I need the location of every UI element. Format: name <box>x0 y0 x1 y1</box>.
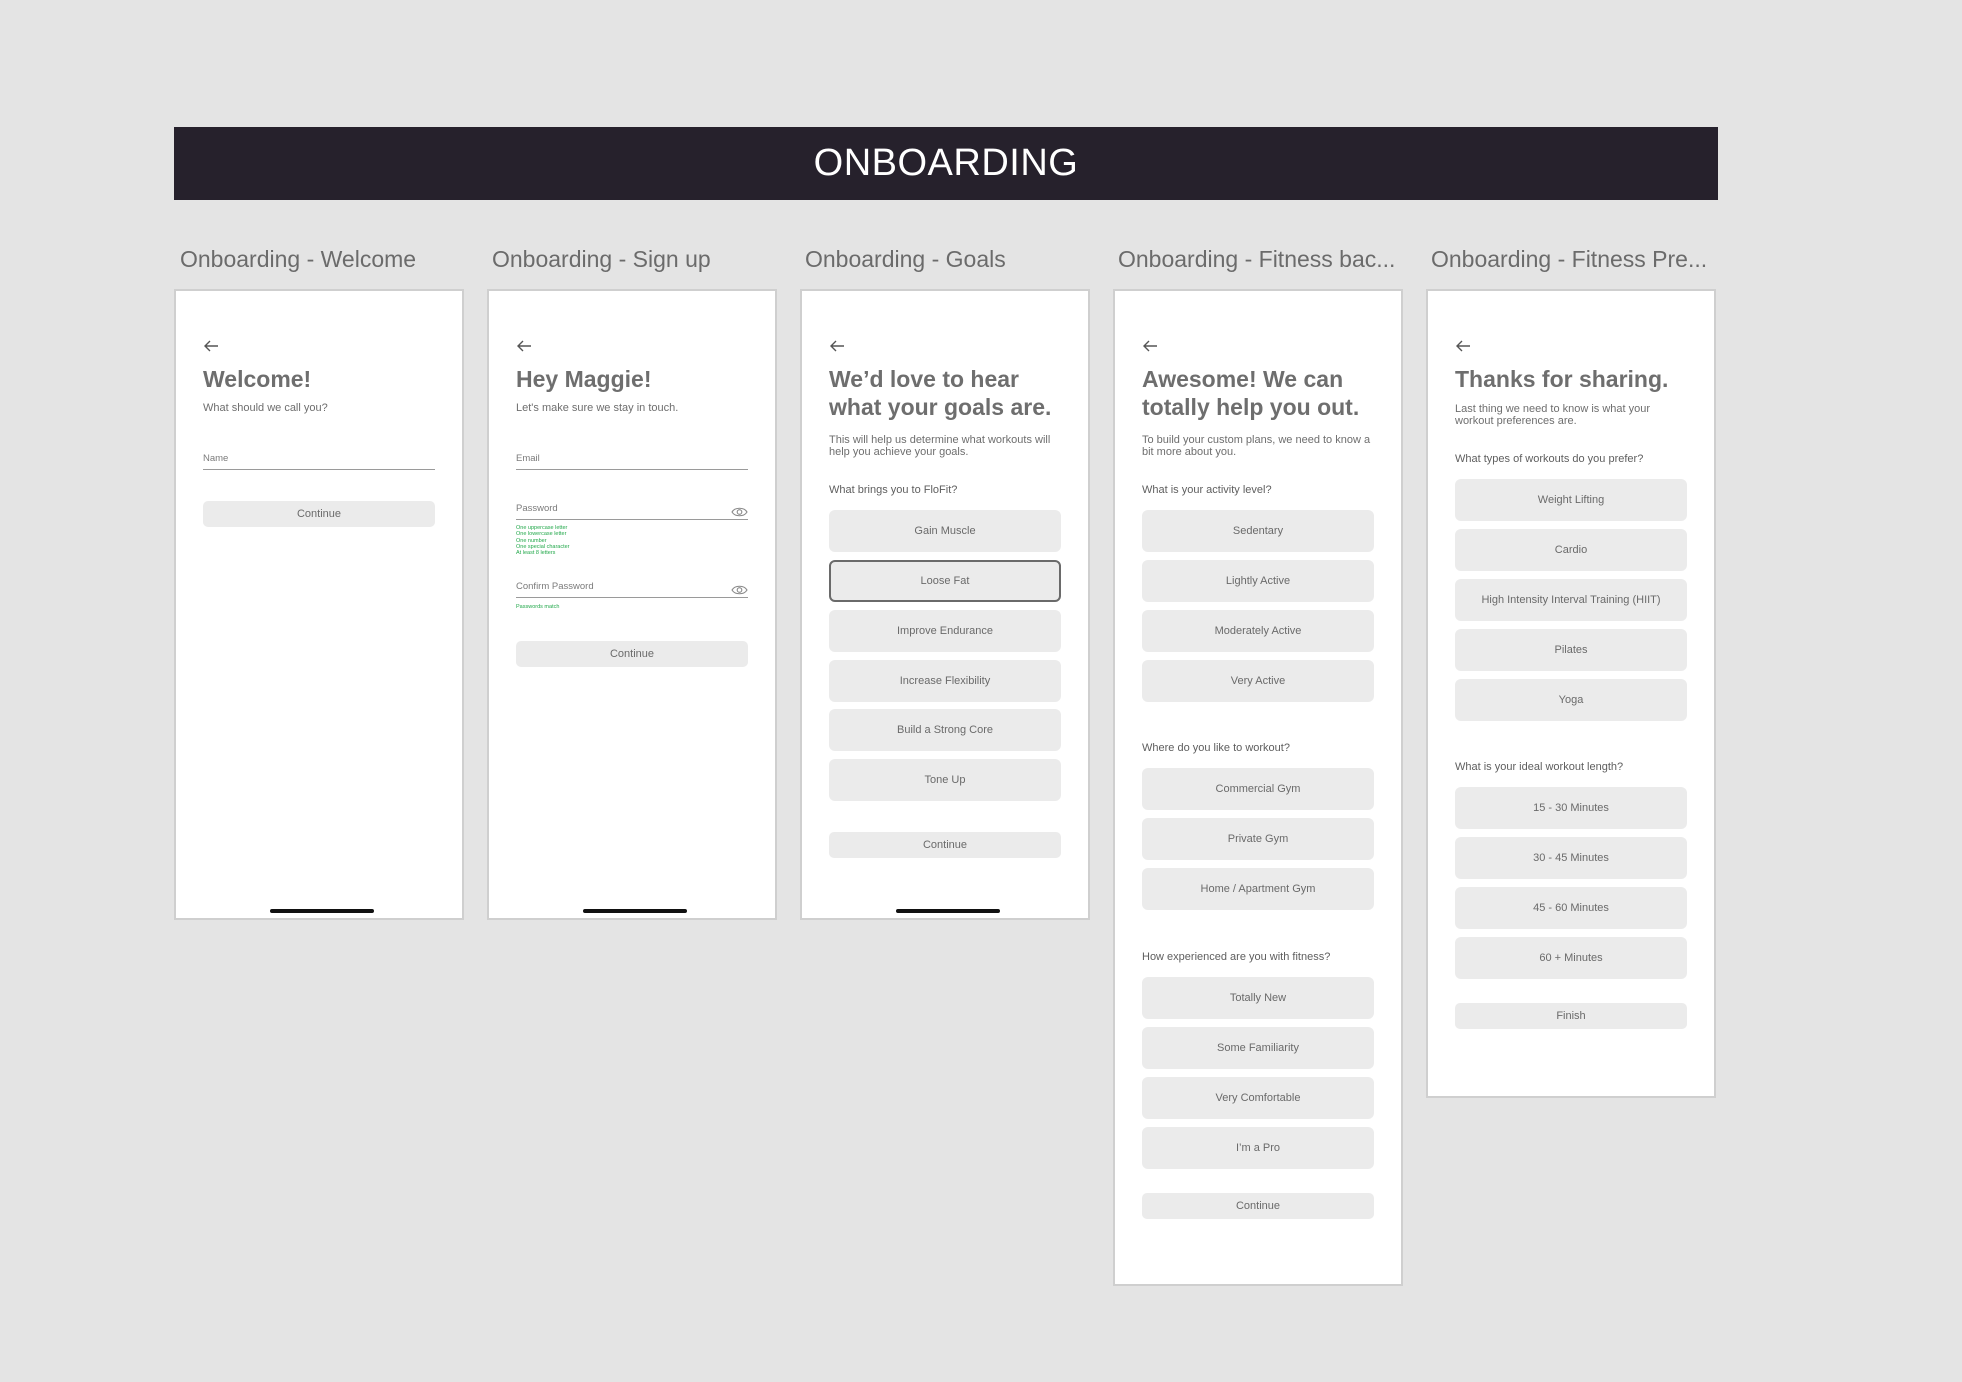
goal-option-improve-endurance[interactable]: Improve Endurance <box>829 610 1061 652</box>
experience-question: How experienced are you with fitness? <box>1142 951 1331 963</box>
name-field[interactable]: Name <box>203 451 435 470</box>
goal-option-loose-fat[interactable]: Loose Fat <box>829 560 1061 602</box>
type-option-weight-lifting[interactable]: Weight Lifting <box>1455 479 1687 521</box>
type-option-yoga[interactable]: Yoga <box>1455 679 1687 721</box>
location-option-private-gym[interactable]: Private Gym <box>1142 818 1374 860</box>
length-option-60-plus[interactable]: 60 + Minutes <box>1455 937 1687 979</box>
goal-option-gain-muscle[interactable]: Gain Muscle <box>829 510 1061 552</box>
confirm-password-placeholder: Confirm Password <box>516 581 594 592</box>
page-subtitle: Last thing we need to know is what your … <box>1455 403 1651 427</box>
frame-label-fitness-background: Onboarding - Fitness bac... <box>1118 246 1396 272</box>
activity-option-moderately-active[interactable]: Moderately Active <box>1142 610 1374 652</box>
activity-option-very-active[interactable]: Very Active <box>1142 660 1374 702</box>
goal-option-tone-up[interactable]: Tone Up <box>829 759 1061 801</box>
eye-icon[interactable] <box>731 584 748 596</box>
back-arrow-icon[interactable] <box>516 339 532 353</box>
location-question: Where do you like to workout? <box>1142 742 1290 754</box>
back-arrow-icon[interactable] <box>203 339 219 353</box>
password-placeholder: Password <box>516 503 558 514</box>
hint-length: At least 8 letters <box>516 550 556 557</box>
back-arrow-icon[interactable] <box>1142 339 1158 353</box>
frame-label-fitness-preferences: Onboarding - Fitness Pre... <box>1431 246 1708 272</box>
page-subtitle: What should we call you? <box>203 402 328 414</box>
password-field[interactable]: Password <box>516 501 748 520</box>
page-subtitle: To build your custom plans, we need to k… <box>1142 434 1371 458</box>
passwords-match-hint: Passwords match <box>516 604 560 610</box>
experience-option-very-comfortable[interactable]: Very Comfortable <box>1142 1077 1374 1119</box>
password-requirements: One uppercase letter One lowercase lette… <box>516 525 570 556</box>
page-title: Thanks for sharing. <box>1455 366 1669 392</box>
page-title: Welcome! <box>203 366 312 392</box>
length-option-30-45[interactable]: 30 - 45 Minutes <box>1455 837 1687 879</box>
page-title: Awesome! We can totally help you out. <box>1142 366 1360 420</box>
length-option-45-60[interactable]: 45 - 60 Minutes <box>1455 887 1687 929</box>
confirm-password-field[interactable]: Confirm Password <box>516 579 748 598</box>
back-arrow-icon[interactable] <box>829 339 845 353</box>
workout-length-question: What is your ideal workout length? <box>1455 761 1624 773</box>
frame-signup: Hey Maggie! Let's make sure we stay in t… <box>487 289 777 920</box>
frame-fitness-background: Awesome! We can totally help you out. To… <box>1113 289 1403 1286</box>
page-subtitle: Let's make sure we stay in touch. <box>516 402 679 414</box>
hint-lowercase: One lowercase letter <box>516 531 567 538</box>
home-indicator <box>583 909 687 913</box>
continue-button[interactable]: Continue <box>203 501 435 527</box>
continue-button[interactable]: Continue <box>516 641 748 667</box>
back-arrow-icon[interactable] <box>1455 339 1471 353</box>
type-option-pilates[interactable]: Pilates <box>1455 629 1687 671</box>
banner-title: ONBOARDING <box>813 142 1079 184</box>
onboarding-banner: ONBOARDING <box>174 127 1718 200</box>
page-subtitle: This will help us determine what workout… <box>829 434 1051 458</box>
goals-question: What brings you to FloFit? <box>829 484 958 496</box>
frame-label-goals: Onboarding - Goals <box>805 246 1006 272</box>
frame-label-welcome: Onboarding - Welcome <box>180 246 417 272</box>
page-title: Hey Maggie! <box>516 366 652 392</box>
workout-type-question: What types of workouts do you prefer? <box>1455 453 1644 465</box>
continue-button[interactable]: Continue <box>829 832 1061 858</box>
eye-icon[interactable] <box>731 506 748 518</box>
activity-option-lightly-active[interactable]: Lightly Active <box>1142 560 1374 602</box>
activity-option-sedentary[interactable]: Sedentary <box>1142 510 1374 552</box>
page-title: We’d love to hear what your goals are. <box>829 366 1052 420</box>
email-placeholder: Email <box>516 453 540 464</box>
name-placeholder: Name <box>203 453 229 464</box>
frame-label-signup: Onboarding - Sign up <box>492 246 711 272</box>
frame-goals: We’d love to hear what your goals are. T… <box>800 289 1090 920</box>
location-option-home-gym[interactable]: Home / Apartment Gym <box>1142 868 1374 910</box>
email-field[interactable]: Email <box>516 451 748 470</box>
continue-button[interactable]: Continue <box>1142 1193 1374 1219</box>
goal-option-increase-flexibility[interactable]: Increase Flexibility <box>829 660 1061 702</box>
frame-welcome: Welcome! What should we call you? Name C… <box>174 289 464 920</box>
frame-fitness-preferences: Thanks for sharing. Last thing we need t… <box>1426 289 1716 1098</box>
length-option-15-30[interactable]: 15 - 30 Minutes <box>1455 787 1687 829</box>
experience-option-some-familiarity[interactable]: Some Familiarity <box>1142 1027 1374 1069</box>
finish-button[interactable]: Finish <box>1455 1003 1687 1029</box>
experience-option-pro[interactable]: I’m a Pro <box>1142 1127 1374 1169</box>
activity-question: What is your activity level? <box>1142 484 1272 496</box>
type-option-cardio[interactable]: Cardio <box>1455 529 1687 571</box>
home-indicator <box>270 909 374 913</box>
goal-option-strong-core[interactable]: Build a Strong Core <box>829 709 1061 751</box>
experience-option-totally-new[interactable]: Totally New <box>1142 977 1374 1019</box>
home-indicator <box>896 909 1000 913</box>
type-option-hiit[interactable]: High Intensity Interval Training (HIIT) <box>1455 579 1687 621</box>
location-option-commercial-gym[interactable]: Commercial Gym <box>1142 768 1374 810</box>
